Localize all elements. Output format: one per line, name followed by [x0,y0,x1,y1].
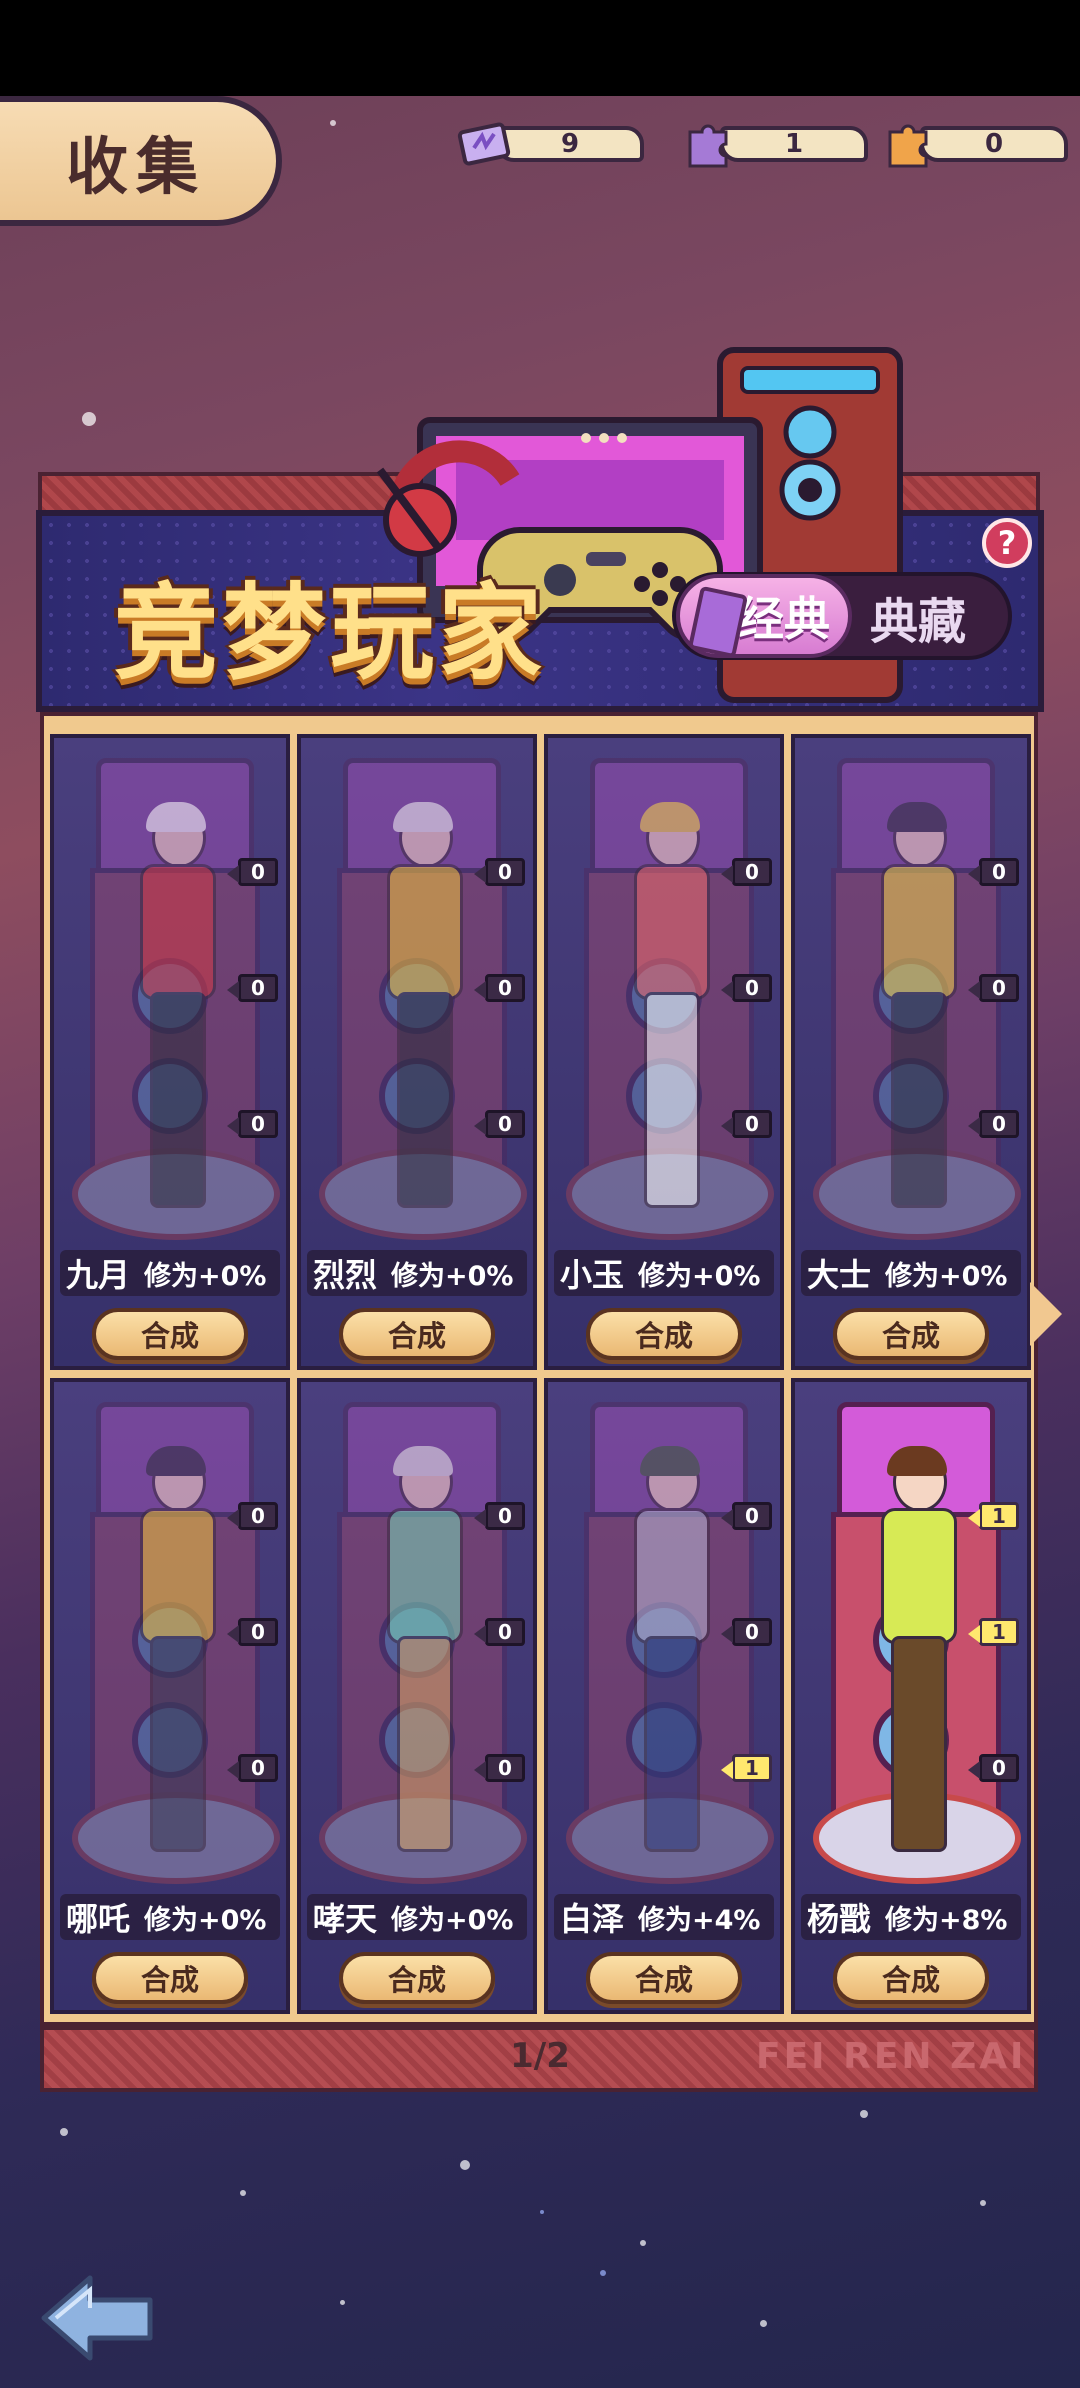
character-info-bar: 九月 修为+0% [60,1250,280,1296]
fragment-count-badge: 0 [968,1110,1019,1138]
banner-title: 竞梦玩家 [114,572,547,694]
currency-ticket: 9 [456,118,656,166]
merge-button[interactable]: 合成 [833,1308,989,1360]
cultivation-bonus: 修为+0% [391,1260,514,1292]
character-figure [618,802,718,1228]
currency-puzzle-purple: 1 [680,118,880,168]
screen-title-tag: 收集 [0,96,282,226]
fragment-count-badge: 0 [721,974,772,1002]
tab-classic-label: 经典 [738,592,830,646]
screen-title: 收集 [65,130,206,203]
cultivation-bonus: 修为+0% [391,1904,514,1936]
character-figure [371,1446,471,1872]
merge-button[interactable]: 合成 [586,1308,742,1360]
character-figure [124,802,224,1228]
character-figure [865,1446,965,1872]
fragment-count-badge: 0 [474,858,525,886]
character-name: 大士 [807,1256,872,1294]
character-info-bar: 烈烈 修为+0% [307,1250,527,1296]
cultivation-bonus: 修为+0% [885,1260,1008,1292]
tab-collection[interactable]: 典藏 [870,582,966,652]
character-info-bar: 大士 修为+0% [801,1250,1021,1296]
page-indicator: 1/2 [510,2036,570,2076]
character-card[interactable]: 0 0 0 烈烈 修为+0% 合成 [297,734,537,1370]
character-name: 杨戬 [807,1900,872,1938]
fragment-count-badge: 0 [474,974,525,1002]
character-name: 烈烈 [313,1256,378,1294]
fragment-count-badge: 0 [227,1110,278,1138]
currency-puzzle-orange: 0 [880,118,1080,168]
merge-button[interactable]: 合成 [586,1952,742,2004]
merge-button[interactable]: 合成 [339,1952,495,2004]
fragment-count-badge: 1 [721,1754,772,1782]
fragment-count-badge: 0 [227,974,278,1002]
fragment-count-badge: 0 [474,1754,525,1782]
character-info-bar: 哪吒 修为+0% [60,1894,280,1940]
help-button[interactable]: ? [982,518,1032,568]
character-figure [865,802,965,1228]
fragment-count-badge: 0 [721,858,772,886]
fragment-count-badge: 0 [968,974,1019,1002]
fragment-count-badge: 1 [968,1502,1019,1530]
status-bar [0,0,1080,96]
character-card[interactable]: 0 0 0 大士 修为+0% 合成 [791,734,1031,1370]
fragment-count-badge: 0 [227,1754,278,1782]
character-figure [124,1446,224,1872]
character-figure [371,802,471,1228]
character-card[interactable]: 0 0 0 哮天 修为+0% 合成 [297,1378,537,2014]
merge-button[interactable]: 合成 [92,1308,248,1360]
character-card[interactable]: 0 0 0 小玉 修为+0% 合成 [544,734,784,1370]
merge-button[interactable]: 合成 [833,1952,989,2004]
character-name: 哮天 [313,1900,378,1938]
fragment-count-badge: 0 [227,858,278,886]
character-name: 小玉 [560,1256,625,1294]
character-name: 哪吒 [66,1900,131,1938]
fragment-count-badge: 0 [474,1618,525,1646]
fragment-count-badge: 0 [721,1502,772,1530]
merge-button[interactable]: 合成 [92,1952,248,2004]
character-info-bar: 小玉 修为+0% [554,1250,774,1296]
cultivation-bonus: 修为+0% [144,1260,267,1292]
ticket-icon [457,122,511,166]
fragment-count-badge: 0 [474,1110,525,1138]
fragment-count-badge: 0 [968,1754,1019,1782]
character-info-bar: 杨戬 修为+8% [801,1894,1021,1940]
back-arrow-icon[interactable] [38,2272,158,2364]
character-name: 白泽 [560,1900,625,1938]
currency-puzzle-orange-value: 0 [920,126,1068,162]
fragment-count-badge: 1 [968,1618,1019,1646]
fragment-count-badge: 0 [474,1502,525,1530]
fragment-count-badge: 0 [721,1618,772,1646]
merge-button[interactable]: 合成 [339,1308,495,1360]
character-card[interactable]: 1 1 0 杨戬 修为+8% 合成 [791,1378,1031,2014]
character-card[interactable]: 0 0 0 哪吒 修为+0% 合成 [50,1378,290,2014]
cultivation-bonus: 修为+0% [144,1904,267,1936]
character-info-bar: 白泽 修为+4% [554,1894,774,1940]
tab-classic[interactable]: 经典 [676,574,852,659]
character-card[interactable]: 0 0 0 九月 修为+0% 合成 [50,734,290,1370]
fragment-count-badge: 0 [721,1110,772,1138]
currency-ticket-value: 9 [496,126,644,162]
next-page-arrow-icon[interactable] [1030,1282,1062,1346]
currency-puzzle-purple-value: 1 [720,126,868,162]
character-info-bar: 哮天 修为+0% [307,1894,527,1940]
character-name: 九月 [66,1256,131,1294]
cultivation-bonus: 修为+8% [885,1904,1008,1936]
puzzle-orange-icon [888,124,928,168]
cultivation-bonus: 修为+0% [638,1260,761,1292]
puzzle-purple-icon [688,124,728,168]
fragment-count-badge: 0 [968,858,1019,886]
watermark: FEI REN ZAI [756,2036,1027,2077]
fragment-count-badge: 0 [227,1502,278,1530]
fragment-count-badge: 0 [227,1618,278,1646]
character-card[interactable]: 0 0 1 白泽 修为+4% 合成 [544,1378,784,2014]
character-figure [618,1446,718,1872]
cultivation-bonus: 修为+4% [638,1904,761,1936]
